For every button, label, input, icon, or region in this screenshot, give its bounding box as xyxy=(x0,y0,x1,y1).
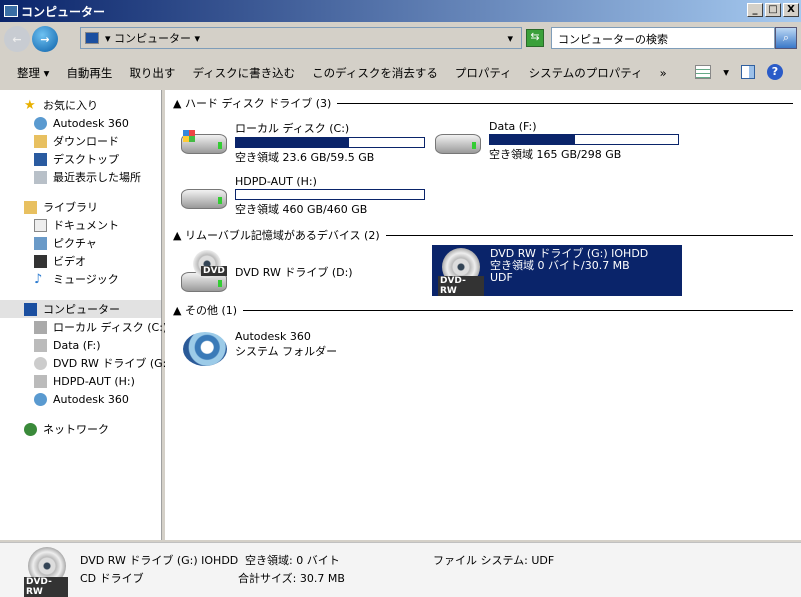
usage-bar xyxy=(235,189,425,200)
dvd-rw-icon: DVD-RW xyxy=(436,248,484,296)
computer-icon xyxy=(24,302,37,316)
usage-bar xyxy=(235,137,425,148)
erase-disc-button[interactable]: このディスクを消去する xyxy=(312,65,438,81)
details-type: CD ドライブ xyxy=(80,572,144,585)
hard-drive-icon xyxy=(34,338,47,352)
drive-g[interactable]: DVD-RW DVD RW ドライブ (G:) IOHDD 空き領域 0 バイト/… xyxy=(432,245,682,296)
details-file-system: ファイル システム: UDF xyxy=(433,554,555,567)
eject-button[interactable]: 取り出す xyxy=(129,65,175,81)
drive-f[interactable]: Data (F:) 空き領域 165 GB/298 GB xyxy=(435,120,679,162)
title-bar: コンピューター _ □ X xyxy=(0,0,801,22)
sidebar-favorites[interactable]: ★ お気に入り xyxy=(0,96,161,114)
hard-drive-icon xyxy=(181,175,229,215)
details-name: DVD RW ドライブ (G:) IOHDD xyxy=(80,554,239,567)
group-header-hdd[interactable]: ▲ ハード ディスク ドライブ (3) xyxy=(173,95,793,111)
details-pane: DVD-RW DVD RW ドライブ (G:) IOHDD CD ドライブ 空き… xyxy=(0,542,801,597)
drive-c[interactable]: ローカル ディスク (C:) 空き領域 23.6 GB/59.5 GB xyxy=(181,120,425,165)
sidebar-item-autodesk[interactable]: Autodesk 360 xyxy=(0,114,161,132)
sidebar-item-recent[interactable]: 最近表示した場所 xyxy=(0,168,161,186)
sidebar-item-videos[interactable]: ビデオ xyxy=(0,252,161,270)
search-input[interactable]: コンピューターの検索 xyxy=(551,27,775,49)
autodesk-360-item[interactable]: Autodesk 360 システム フォルダー xyxy=(181,330,337,370)
dvd-drive-icon: DVD xyxy=(181,250,229,294)
address-dropdown[interactable]: ▾ xyxy=(507,32,513,45)
autoplay-button[interactable]: 自動再生 xyxy=(66,65,112,81)
recent-places-icon xyxy=(34,170,47,184)
network-icon xyxy=(24,422,37,436)
usage-bar xyxy=(489,134,679,145)
more-button[interactable]: » xyxy=(660,66,667,80)
sidebar-item-drive-c[interactable]: ローカル ディスク (C:) xyxy=(0,318,167,336)
command-bar: 整理 ▾ 自動再生 取り出す ディスクに書き込む このディスクを消去する プロパ… xyxy=(0,58,801,88)
forward-button[interactable]: → xyxy=(32,26,58,52)
back-button[interactable]: ← xyxy=(4,26,30,52)
music-icon: ♪ xyxy=(34,271,43,287)
download-folder-icon xyxy=(34,134,47,148)
autodesk-360-icon xyxy=(181,330,229,370)
burn-button[interactable]: ディスクに書き込む xyxy=(192,65,295,81)
navigation-pane: ★ お気に入り Autodesk 360 ダウンロード デスクトップ 最近表示した… xyxy=(0,90,171,540)
sidebar-item-drive-g[interactable]: DVD RW ドライブ (G:) xyxy=(0,354,171,372)
sidebar-item-autodesk-computer[interactable]: Autodesk 360 xyxy=(0,390,161,408)
system-properties-button[interactable]: システムのプロパティ xyxy=(529,65,643,81)
cloud-icon xyxy=(34,116,47,130)
group-header-other[interactable]: ▲ その他 (1) xyxy=(173,302,793,318)
address-bar[interactable]: ▾ コンピューター ▾ ▾ xyxy=(80,27,522,49)
sidebar-item-drive-f[interactable]: Data (F:) xyxy=(0,336,161,354)
refresh-button[interactable]: ⇆ xyxy=(526,29,544,47)
sidebar-network[interactable]: ネットワーク xyxy=(0,420,161,438)
computer-icon xyxy=(4,5,18,17)
minimize-button[interactable]: _ xyxy=(747,3,763,17)
dvd-rw-icon: DVD-RW xyxy=(22,547,68,597)
dvd-icon xyxy=(34,356,47,370)
sidebar-item-desktop[interactable]: デスクトップ xyxy=(0,150,161,168)
hard-drive-icon xyxy=(34,374,47,388)
sidebar-item-music[interactable]: ♪ ミュージック xyxy=(0,270,161,288)
documents-icon xyxy=(34,218,47,232)
sidebar-item-pictures[interactable]: ピクチャ xyxy=(0,234,161,252)
maximize-button[interactable]: □ xyxy=(765,3,781,17)
cloud-icon xyxy=(34,392,47,406)
preview-pane-icon[interactable] xyxy=(741,65,755,79)
hard-drive-icon xyxy=(435,120,483,160)
sidebar-item-drive-h[interactable]: HDPD-AUT (H:) xyxy=(0,372,161,390)
organize-button[interactable]: 整理 ▾ xyxy=(17,65,49,81)
view-icon[interactable] xyxy=(695,65,712,79)
details-total-size: 合計サイズ: 30.7 MB xyxy=(238,572,345,585)
sidebar-item-downloads[interactable]: ダウンロード xyxy=(0,132,161,150)
sidebar-item-documents[interactable]: ドキュメント xyxy=(0,216,161,234)
address-row: ← → ▾ コンピューター ▾ ▾ ⇆ コンピューターの検索 ⌕ xyxy=(4,24,797,54)
desktop-icon xyxy=(34,152,47,166)
group-header-removable[interactable]: ▲ リムーバブル記憶域があるデバイス (2) xyxy=(173,227,793,243)
hard-drive-windows-icon xyxy=(181,120,229,160)
address-path[interactable]: ▾ コンピューター ▾ xyxy=(105,30,200,46)
close-button[interactable]: X xyxy=(783,3,799,17)
computer-icon xyxy=(85,32,99,44)
help-icon[interactable]: ? xyxy=(767,64,783,80)
window-title: コンピューター xyxy=(21,4,106,19)
sidebar-computer[interactable]: コンピューター xyxy=(0,300,161,318)
content-area: ▲ ハード ディスク ドライブ (3) ローカル ディスク (C:) 空き領域 2… xyxy=(165,90,801,540)
library-icon xyxy=(24,200,37,214)
drive-h[interactable]: HDPD-AUT (H:) 空き領域 460 GB/460 GB xyxy=(181,175,425,217)
star-icon: ★ xyxy=(24,97,36,113)
details-free-space: 空き領域: 0 バイト xyxy=(245,554,340,567)
drive-d[interactable]: DVD DVD RW ドライブ (D:) xyxy=(181,250,353,294)
sidebar-libraries[interactable]: ライブラリ xyxy=(0,198,161,216)
videos-icon xyxy=(34,254,47,268)
view-dropdown[interactable]: ▾ xyxy=(723,65,729,79)
hard-drive-icon xyxy=(34,320,47,334)
search-button[interactable]: ⌕ xyxy=(775,27,797,49)
pictures-icon xyxy=(34,236,47,250)
properties-button[interactable]: プロパティ xyxy=(455,65,512,81)
